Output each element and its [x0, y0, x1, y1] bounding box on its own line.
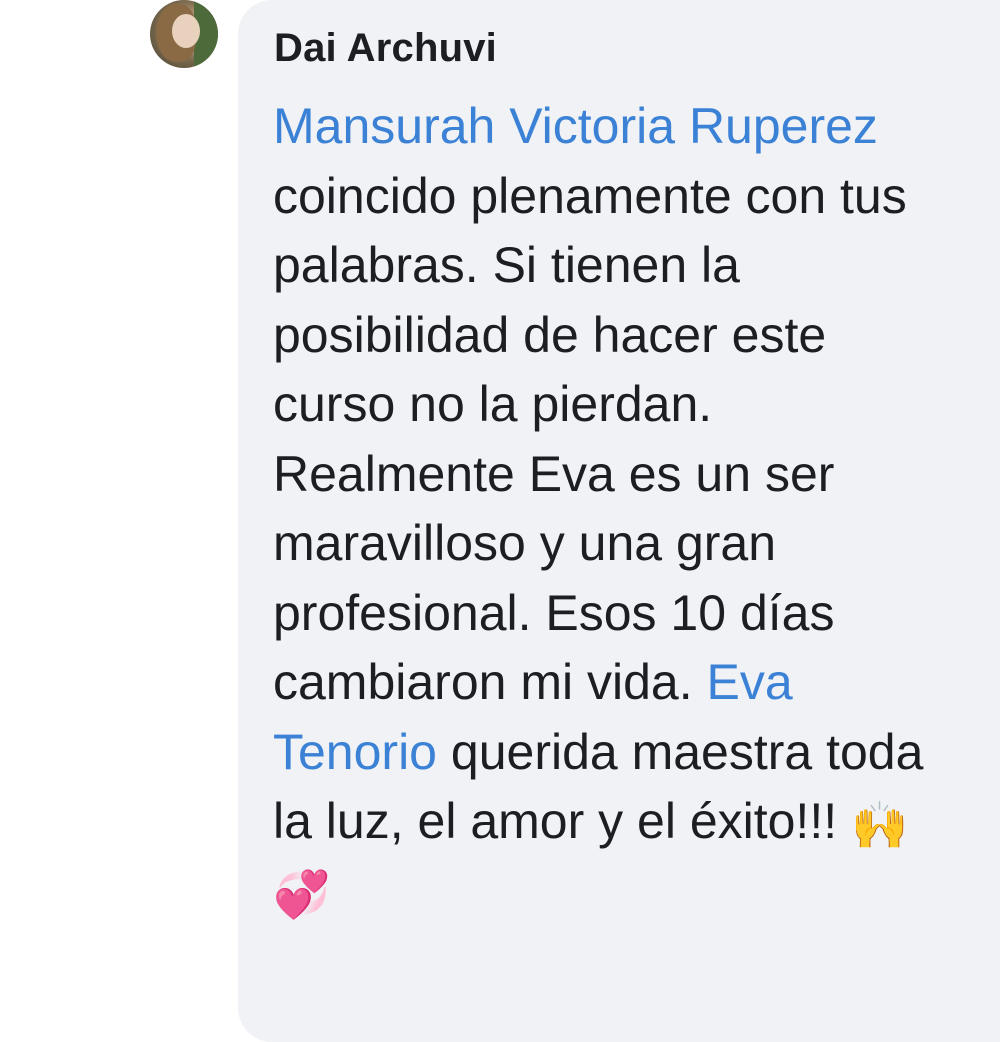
raised-hands-emoji-icon: 🙌: [851, 798, 909, 851]
avatar-face: [172, 14, 200, 48]
avatar[interactable]: [150, 0, 218, 68]
comment-body-text: coincido plenamente con tus palabras. Si…: [273, 167, 907, 711]
comment-screenshot: Dai Archuvi Mansurah Victoria Ruperez co…: [0, 0, 1000, 1042]
comment-author[interactable]: Dai Archuvi: [274, 26, 497, 71]
comment-text: Mansurah Victoria Ruperez coincido plena…: [273, 92, 953, 926]
mention-link[interactable]: Mansurah Victoria Ruperez: [273, 98, 878, 154]
two-hearts-emoji-icon: 💞: [273, 868, 331, 921]
